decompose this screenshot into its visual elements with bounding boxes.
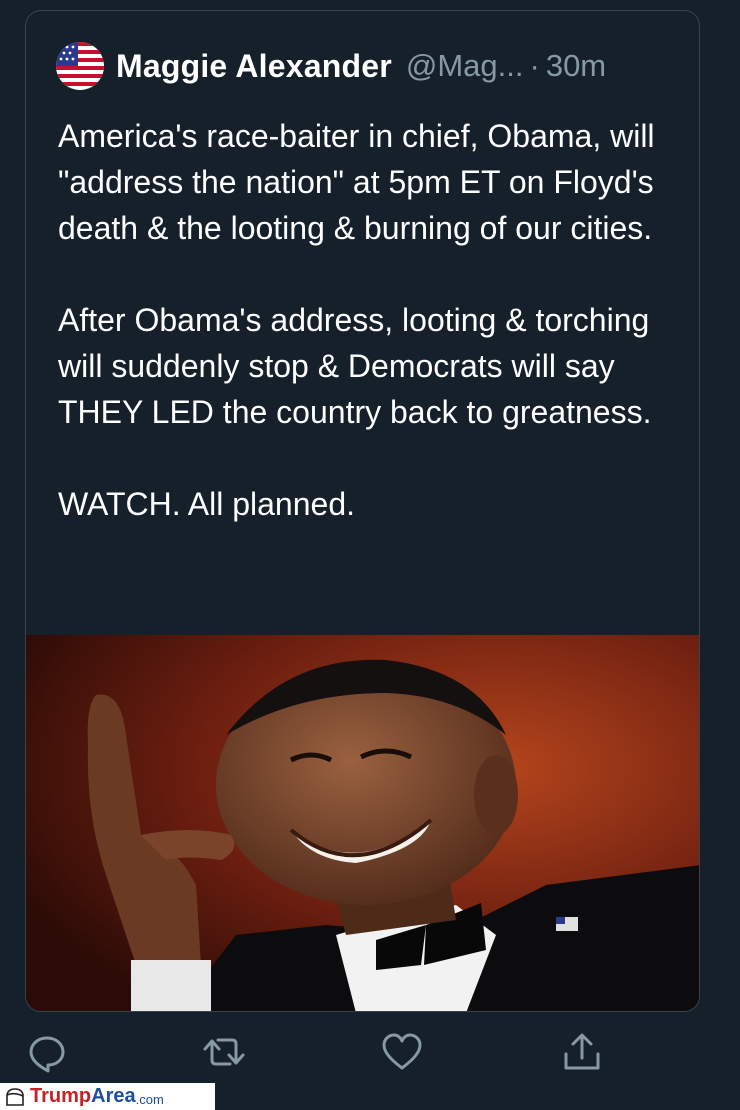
share-icon <box>564 1033 600 1070</box>
tweet-timestamp[interactable]: 30m <box>546 48 606 84</box>
heart-icon <box>382 1033 422 1070</box>
author-name[interactable]: Maggie Alexander <box>116 48 392 85</box>
header-separator: · <box>529 48 540 83</box>
trump-hair-icon <box>6 1087 24 1106</box>
tweet-header: Maggie Alexander @Mag... · 30m <box>56 41 606 91</box>
tweet-media-photo[interactable] <box>26 635 699 1011</box>
tweet-card[interactable]: Maggie Alexander @Mag... · 30m America's… <box>25 10 700 1012</box>
tweet-actions <box>0 1030 740 1078</box>
retweet-button[interactable] <box>202 1030 246 1074</box>
like-button[interactable] <box>380 1030 424 1074</box>
author-handle[interactable]: @Mag... <box>406 48 524 84</box>
photo-obama-laughing <box>26 635 699 1011</box>
reply-icon <box>29 1036 65 1073</box>
us-flag-icon[interactable] <box>56 42 104 90</box>
watermark-trump: Trump <box>30 1085 92 1107</box>
site-watermark: Trump Area .com <box>0 1083 215 1110</box>
tweet-text: America's race-baiter in chief, Obama, w… <box>58 118 655 522</box>
watermark-area: Area <box>91 1085 136 1107</box>
retweet-icon <box>203 1038 245 1066</box>
watermark-com: .com <box>135 1092 164 1107</box>
share-button[interactable] <box>560 1030 604 1074</box>
reply-button[interactable] <box>25 1030 69 1074</box>
